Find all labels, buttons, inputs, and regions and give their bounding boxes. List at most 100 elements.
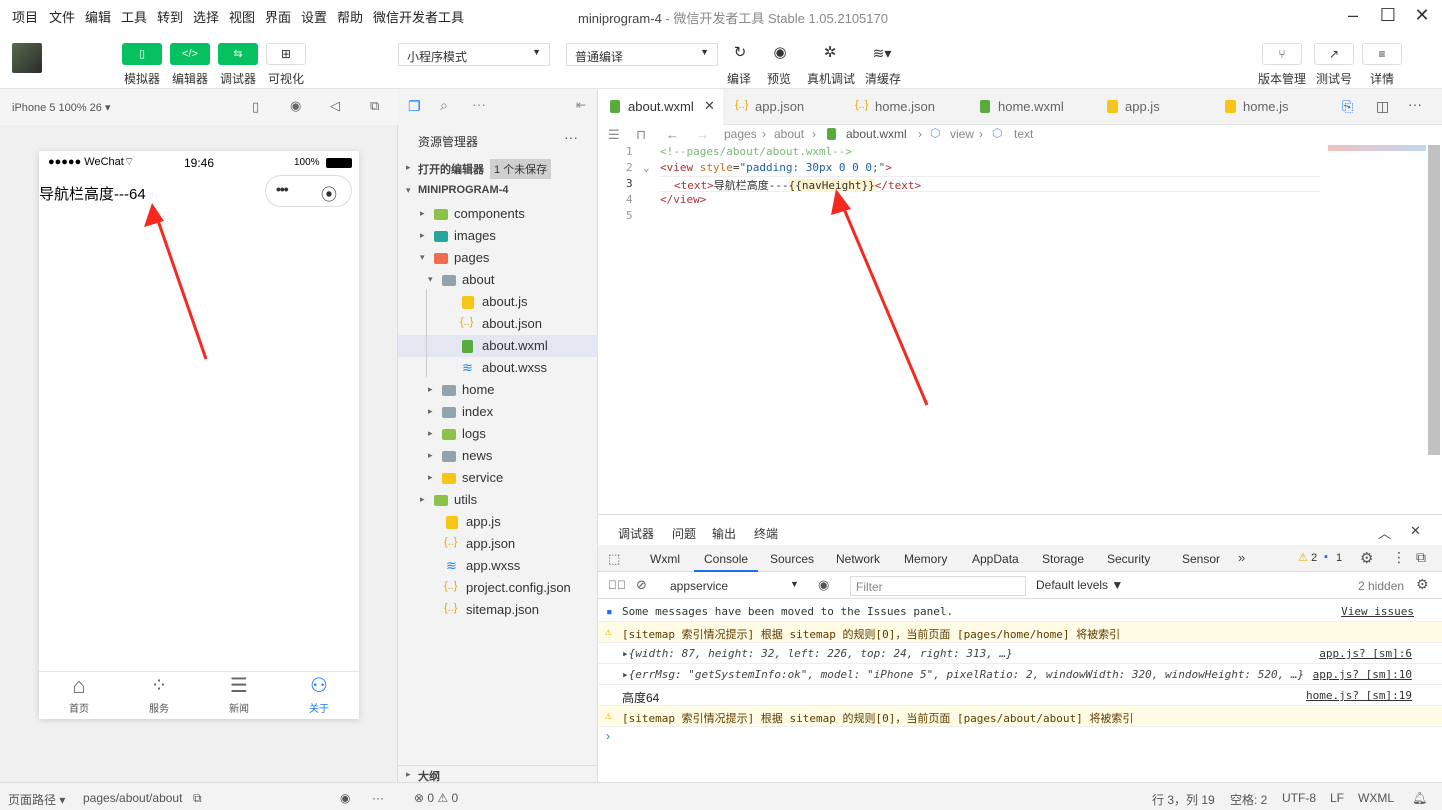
tree-folder[interactable]: ▸ components bbox=[398, 203, 598, 225]
tab-problems[interactable]: 问题 bbox=[672, 525, 696, 542]
tab-home-json[interactable]: {..} home.json bbox=[845, 89, 965, 125]
version-button[interactable]: ⑂ bbox=[1262, 43, 1302, 65]
inspect-icon[interactable]: ⬚ bbox=[608, 551, 620, 567]
cursor-position[interactable]: 行 3，列 19 bbox=[1152, 791, 1215, 808]
source-link[interactable]: app.js? [sm]:6 bbox=[1319, 647, 1412, 660]
devtab-wxml[interactable]: Wxml bbox=[650, 552, 680, 566]
more-icon[interactable]: ··· bbox=[472, 96, 486, 112]
problems-indicator[interactable]: ⊗ 0 ⚠ 0 bbox=[414, 791, 458, 805]
project-header[interactable]: ▾ MINIPROGRAM-4 bbox=[398, 181, 598, 201]
menu-item[interactable]: 界面 bbox=[265, 7, 291, 26]
tab-debugger[interactable]: 调试器 bbox=[618, 525, 654, 542]
tree-file[interactable]: about.wxml bbox=[398, 335, 598, 357]
breadcrumb-item[interactable]: view bbox=[950, 127, 974, 141]
more-icon[interactable]: ··· bbox=[372, 791, 384, 805]
test-account-button[interactable]: ↗ bbox=[1314, 43, 1354, 65]
devtab-appdata[interactable]: AppData bbox=[972, 552, 1019, 566]
debugger-toggle-button[interactable]: ⇆ bbox=[218, 43, 258, 65]
breadcrumb-item[interactable]: text bbox=[1014, 127, 1033, 141]
clear-cache-button[interactable]: ≋▾ bbox=[862, 43, 902, 65]
tab-app-json[interactable]: {..} app.json bbox=[725, 89, 840, 125]
tab-about[interactable]: ⚇ 关于 bbox=[279, 672, 359, 720]
log-levels-select[interactable]: Default levels ▼ bbox=[1036, 578, 1123, 592]
mode-select[interactable]: 小程序模式 ▼ bbox=[398, 43, 550, 66]
tree-folder[interactable]: ▸ home bbox=[398, 379, 598, 401]
volume-icon[interactable]: ◁ bbox=[330, 98, 340, 114]
tree-folder[interactable]: ▸ logs bbox=[398, 423, 598, 445]
preview-button[interactable]: ◉ bbox=[760, 43, 800, 65]
tree-file[interactable]: {..} about.json bbox=[398, 313, 598, 335]
tab-about-wxml[interactable]: about.wxml ✕ bbox=[598, 89, 723, 125]
bell-icon[interactable]: 🔔︎ bbox=[1412, 791, 1427, 805]
menu-item[interactable]: 工具 bbox=[121, 7, 147, 26]
more-tabs-icon[interactable]: » bbox=[1238, 550, 1245, 565]
devtab-sensor[interactable]: Sensor bbox=[1182, 552, 1220, 566]
context-select[interactable]: appservice bbox=[670, 579, 728, 593]
code-line-2[interactable]: <view style="padding: 30px 0 0 0;"> bbox=[660, 161, 892, 174]
list-icon[interactable]: ☰ bbox=[608, 127, 620, 143]
popout-icon[interactable]: ⧉ bbox=[370, 98, 379, 114]
tree-file[interactable]: about.js bbox=[398, 291, 598, 313]
encoding[interactable]: UTF-8 bbox=[1282, 791, 1316, 805]
filter-input[interactable]: Filter bbox=[850, 576, 1026, 596]
chevron-up-icon[interactable]: ︿ bbox=[1378, 523, 1391, 542]
split-editor-icon[interactable]: ◫ bbox=[1376, 98, 1389, 115]
open-editors-header[interactable]: ▸ 打开的编辑器 1 个未保存 bbox=[398, 157, 598, 179]
eye-icon[interactable]: ◉ bbox=[818, 577, 829, 593]
line-ending[interactable]: LF bbox=[1330, 791, 1344, 805]
more-icon[interactable]: ••• bbox=[276, 181, 289, 197]
tree-folder[interactable]: ▸ index bbox=[398, 401, 598, 423]
tab-output[interactable]: 输出 bbox=[712, 525, 736, 542]
device-select[interactable]: iPhone 5 100% 26 ▾ bbox=[12, 101, 110, 114]
avatar[interactable] bbox=[12, 43, 42, 73]
code-line-4[interactable]: </view> bbox=[660, 193, 706, 206]
menu-item[interactable]: 项目 bbox=[12, 7, 38, 26]
kebab-icon[interactable]: ⋮ bbox=[1392, 549, 1406, 566]
menu-item[interactable]: 视图 bbox=[229, 7, 255, 26]
source-link[interactable]: home.js? [sm]:19 bbox=[1306, 689, 1412, 702]
devtab-security[interactable]: Security bbox=[1107, 552, 1150, 566]
tree-file[interactable]: ≋ about.wxss bbox=[398, 357, 598, 379]
fold-icon[interactable]: ⌄ bbox=[643, 161, 650, 174]
devtab-network[interactable]: Network bbox=[836, 552, 880, 566]
tree-folder[interactable]: ▸ images bbox=[398, 225, 598, 247]
source-link[interactable]: app.js? [sm]:10 bbox=[1313, 668, 1412, 681]
menu-item[interactable]: 编辑 bbox=[85, 7, 111, 26]
search-icon[interactable]: ⌕ bbox=[440, 97, 448, 114]
indentation[interactable]: 空格: 2 bbox=[1230, 791, 1267, 808]
menu-item[interactable]: 转到 bbox=[157, 7, 183, 26]
tab-home-wxml[interactable]: home.wxml bbox=[968, 89, 1093, 125]
phone-icon[interactable]: ▯ bbox=[252, 99, 259, 115]
console-message[interactable]: ▸{errMsg: "getSystemInfo:ok", model: "iP… bbox=[598, 664, 1442, 685]
code-line-1[interactable]: <!--pages/about/about.wxml--> bbox=[660, 145, 852, 158]
tab-service[interactable]: ⁘ 服务 bbox=[119, 672, 199, 720]
outline-header[interactable]: ▸ 大纲 bbox=[398, 765, 598, 783]
menu-item[interactable]: 帮助 bbox=[337, 7, 363, 26]
compile-button[interactable]: ↻ bbox=[720, 43, 760, 65]
devtab-sources[interactable]: Sources bbox=[770, 552, 814, 566]
copy-icon[interactable]: ⧉ bbox=[193, 791, 202, 806]
tree-file[interactable]: app.js bbox=[398, 511, 598, 533]
tab-terminal[interactable]: 终端 bbox=[754, 525, 778, 542]
tree-file[interactable]: ≋ app.wxss bbox=[398, 555, 598, 577]
tab-news[interactable]: ☰ 新闻 bbox=[199, 672, 279, 720]
capsule-menu[interactable]: ••• ⦿ bbox=[265, 175, 352, 207]
collapse-icon[interactable]: ⇤ bbox=[576, 98, 586, 112]
console-message[interactable]: ▸{width: 87, height: 32, left: 226, top:… bbox=[598, 643, 1442, 664]
menu-item[interactable]: 设置 bbox=[301, 7, 327, 26]
breadcrumb-item[interactable]: pages bbox=[724, 127, 757, 141]
clear-console-icon[interactable]: ⊘ bbox=[636, 577, 647, 593]
tree-file[interactable]: {..} app.json bbox=[398, 533, 598, 555]
console-prompt[interactable]: › bbox=[606, 729, 610, 743]
real-debug-button[interactable]: ✲ bbox=[810, 43, 850, 65]
menu-item[interactable]: 文件 bbox=[49, 7, 75, 26]
more-icon[interactable]: ··· bbox=[1408, 96, 1422, 112]
visual-toggle-button[interactable]: ⊞ bbox=[266, 43, 306, 65]
menu-item[interactable]: 选择 bbox=[193, 7, 219, 26]
eye-icon[interactable]: ◉ bbox=[340, 791, 350, 805]
language-mode[interactable]: WXML bbox=[1358, 791, 1394, 805]
devtab-memory[interactable]: Memory bbox=[904, 552, 947, 566]
wxss-icon[interactable]: ⎘ bbox=[1342, 98, 1353, 115]
devtab-storage[interactable]: Storage bbox=[1042, 552, 1084, 566]
tree-folder[interactable]: ▾ about bbox=[398, 269, 598, 291]
